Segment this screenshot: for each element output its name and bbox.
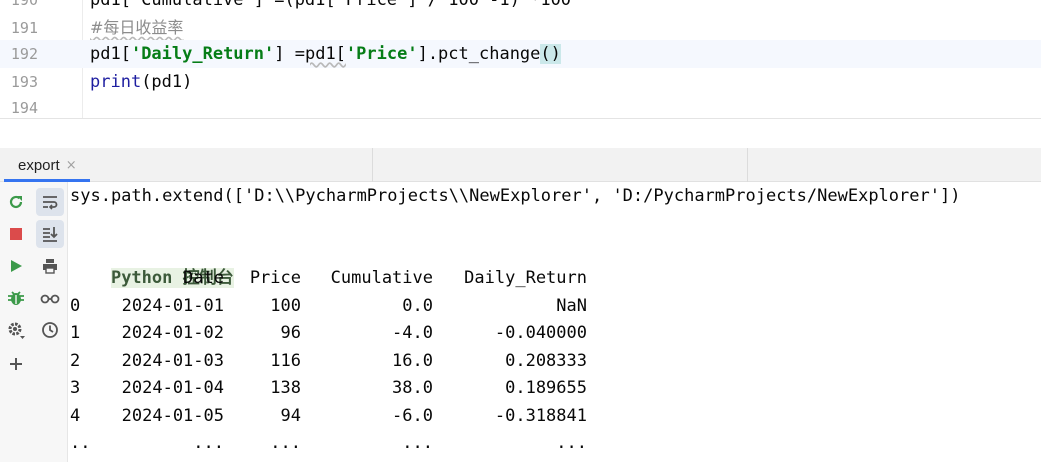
table-cell: ... xyxy=(270,433,301,453)
table-cell: ... xyxy=(193,433,224,453)
line-number: 191 xyxy=(10,19,38,37)
header-divider xyxy=(372,148,373,182)
table-cell: 4 xyxy=(70,405,81,426)
table-cell: 3 xyxy=(70,378,81,398)
add-icon xyxy=(10,358,22,370)
console-view-toolbar xyxy=(32,182,68,462)
scroll-to-end-icon xyxy=(43,227,58,242)
table-cell: -4.0 xyxy=(392,323,433,343)
code-text[interactable]: pd1['Daily_Return'] =pd1['Price'].pct_ch… xyxy=(90,40,561,68)
table-header-cell: Date xyxy=(183,268,224,288)
sys-path-line: sys.path.extend(['D:\\PycharmProjects\\N… xyxy=(70,186,961,206)
soft-wrap-button[interactable] xyxy=(36,188,64,216)
soft-wrap-icon xyxy=(43,196,58,210)
print-icon xyxy=(43,259,57,274)
settings-icon xyxy=(8,322,25,339)
table-cell: 116 xyxy=(270,350,301,371)
console-action-toolbar xyxy=(0,182,32,462)
table-header-cell: Cumulative xyxy=(330,268,433,288)
table-cell: 38.0 xyxy=(392,378,433,398)
code-text[interactable]: print(pd1) xyxy=(90,68,192,96)
code-line[interactable]: 193 print(pd1) xyxy=(0,68,1041,96)
table-cell: 2024-01-05 xyxy=(121,405,224,426)
current-code-line[interactable]: 192 pd1['Daily_Return'] =pd1['Price'].pc… xyxy=(0,40,1041,68)
table-cell: -0.040000 xyxy=(494,323,587,343)
debug-button[interactable] xyxy=(2,284,30,312)
print-button[interactable] xyxy=(36,252,64,280)
table-cell: -6.0 xyxy=(392,405,433,426)
code-editor[interactable]: 190 pd1['Cumulative'] =(pd1['Price'] / 1… xyxy=(0,0,1041,118)
code-line[interactable]: 190 pd1['Cumulative'] =(pd1['Price'] / 1… xyxy=(0,0,1041,14)
code-line[interactable]: 194 xyxy=(0,94,1041,118)
table-cell: 2024-01-02 xyxy=(121,323,224,343)
table-cell: 0 xyxy=(70,295,81,316)
view-variables-icon xyxy=(40,294,60,304)
table-cell: 16.0 xyxy=(392,350,433,371)
table-cell: 2024-01-04 xyxy=(121,378,224,398)
rerun-icon xyxy=(9,195,23,209)
table-cell: 1 xyxy=(70,323,81,343)
close-icon[interactable]: × xyxy=(66,158,77,173)
table-cell: ... xyxy=(556,433,587,453)
table-cell: ... xyxy=(402,433,433,453)
settings-button[interactable] xyxy=(2,316,30,344)
editor-panel-splitter[interactable] xyxy=(0,118,1041,148)
code-text[interactable]: pd1['Cumulative'] =(pd1['Price'] / 100 -… xyxy=(90,0,571,14)
table-cell: 0.0 xyxy=(402,295,433,316)
history-button[interactable] xyxy=(36,316,64,344)
table-header-cell: Price xyxy=(249,268,301,288)
table-cell: 138 xyxy=(270,378,301,398)
table-cell: 96 xyxy=(280,323,301,343)
tool-window-header: export × xyxy=(0,148,1041,182)
table-cell: 2024-01-01 xyxy=(121,295,224,316)
table-cell: 100 xyxy=(270,295,301,316)
table-cell: 2024-01-03 xyxy=(121,350,224,371)
line-number: 194 xyxy=(10,99,38,117)
rerun-button[interactable] xyxy=(2,188,30,216)
history-icon xyxy=(42,322,58,338)
table-cell: 0.208333 xyxy=(505,350,587,371)
table-header-cell: Daily_Return xyxy=(464,268,587,288)
table-cell: 2 xyxy=(70,350,81,371)
table-cell: -0.318841 xyxy=(494,405,587,426)
console-output[interactable]: sys.path.extend(['D:\\PycharmProjects\\N… xyxy=(69,182,1041,462)
tab-label: export xyxy=(18,156,60,174)
line-number: 190 xyxy=(10,0,38,9)
table-cell: 0.189655 xyxy=(505,378,587,398)
code-line[interactable]: 191 #每日收益率 xyxy=(0,14,1041,42)
tab-export[interactable]: export × xyxy=(4,148,87,182)
comment-text[interactable]: #每日收益率 xyxy=(90,14,183,42)
table-cell: NaN xyxy=(556,295,587,316)
run-icon xyxy=(11,260,22,272)
debug-icon xyxy=(8,291,24,305)
stop-button[interactable] xyxy=(2,220,30,248)
stop-icon xyxy=(10,228,22,240)
scroll-to-end-button[interactable] xyxy=(36,220,64,248)
view-variables-button[interactable] xyxy=(36,284,64,312)
run-button[interactable] xyxy=(2,252,30,280)
table-cell: 94 xyxy=(280,405,301,426)
add-button[interactable] xyxy=(2,350,30,378)
table-cell: .. xyxy=(70,433,91,453)
line-number: 193 xyxy=(10,73,38,91)
header-divider xyxy=(747,148,748,182)
line-number: 192 xyxy=(10,45,38,63)
